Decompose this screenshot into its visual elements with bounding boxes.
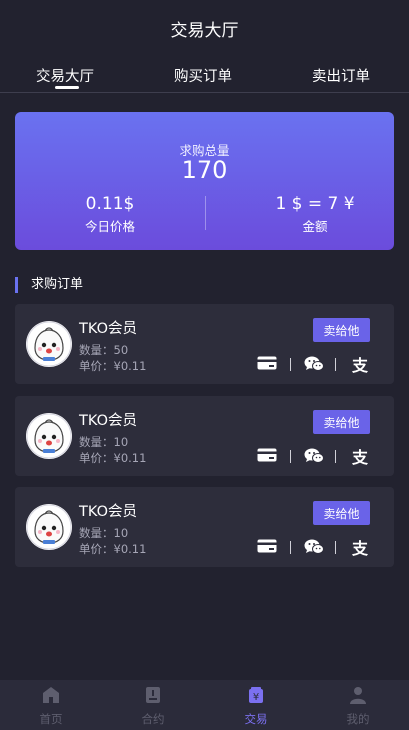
wechat-icon (304, 356, 324, 372)
nav-label-home: 首页 (39, 712, 63, 726)
page-title: 交易大厅 (170, 20, 239, 41)
tab-buy-orders[interactable]: 购买订单 (174, 65, 232, 86)
payment-separator (335, 450, 336, 463)
order-unit-price: 单价：¥0.11 (79, 451, 147, 465)
order-card: TKO会员 数量：50 单价：¥0.11 卖给他 支 (15, 304, 394, 384)
payment-separator (290, 358, 291, 371)
avatar (26, 321, 72, 367)
order-card: TKO会员 数量：10 单价：¥0.11 卖给他 支 (15, 396, 394, 476)
user-icon (350, 687, 366, 704)
bank-card-icon (257, 539, 277, 553)
svg-text:¥: ¥ (253, 692, 259, 703)
nav-label-contract: 合约 (141, 712, 165, 726)
home-icon (43, 687, 59, 703)
tab-sell-orders[interactable]: 卖出订单 (312, 65, 370, 86)
bun-mascot-icon (26, 504, 72, 550)
nav-item-profile[interactable]: 我的 (307, 680, 409, 730)
bank-card-icon (257, 356, 277, 370)
trade-icon: ¥ (249, 687, 263, 703)
active-tab-indicator (55, 86, 79, 89)
nav-label-trade: 交易 (244, 712, 268, 726)
bun-mascot-icon (26, 321, 72, 367)
today-price-value: 0.11$ (85, 194, 135, 214)
page-header: 交易大厅 (0, 0, 409, 56)
wechat-icon (304, 448, 324, 464)
payment-separator (335, 358, 336, 371)
today-price-label: 今日价格 (84, 219, 135, 234)
order-quantity: 数量：50 (79, 343, 129, 357)
exchange-rate-label: 金额 (302, 219, 328, 234)
contract-icon (146, 687, 160, 703)
nav-label-profile: 我的 (346, 712, 370, 726)
member-name: TKO会员 (79, 321, 137, 337)
alipay-icon: 支 (349, 448, 371, 466)
payment-separator (335, 541, 336, 554)
wechat-icon (304, 539, 324, 555)
summary-divider (205, 196, 206, 230)
alipay-icon: 支 (349, 356, 371, 374)
section-title: 求购订单 (15, 277, 83, 293)
sell-to-him-button[interactable]: 卖给他 (313, 318, 370, 342)
payment-separator (290, 541, 291, 554)
tab-bar: 交易大厅 购买订单 卖出订单 (0, 58, 409, 93)
tab-trading-hall[interactable]: 交易大厅 (36, 65, 94, 86)
member-name: TKO会员 (79, 413, 137, 429)
bottom-nav: 首页 合约 ¥ 交易 我的 (0, 680, 409, 730)
payment-separator (290, 450, 291, 463)
nav-item-contract[interactable]: 合约 (102, 680, 204, 730)
nav-item-trade[interactable]: ¥ 交易 (205, 680, 307, 730)
member-name: TKO会员 (79, 504, 137, 520)
svg-text:支: 支 (351, 448, 369, 466)
sell-to-him-button[interactable]: 卖给他 (313, 410, 370, 434)
svg-text:支: 支 (351, 539, 369, 557)
exchange-rate-value: 1 $ = 7 ¥ (275, 194, 355, 214)
order-quantity: 数量：10 (79, 435, 129, 449)
order-quantity: 数量：10 (79, 526, 129, 540)
order-unit-price: 单价：¥0.11 (79, 542, 147, 556)
alipay-icon: 支 (349, 539, 371, 557)
svg-text:支: 支 (351, 356, 369, 374)
avatar (26, 504, 72, 550)
bun-mascot-icon (26, 413, 72, 459)
order-unit-price: 单价：¥0.11 (79, 359, 147, 373)
order-card: TKO会员 数量：10 单价：¥0.11 卖给他 支 (15, 487, 394, 567)
nav-item-home[interactable]: 首页 (0, 680, 102, 730)
summary-card: 求购总量 170 0.11$ 今日价格 1 $ = 7 ¥ 金额 (15, 112, 394, 250)
bank-card-icon (257, 448, 277, 462)
avatar (26, 413, 72, 459)
sell-to-him-button[interactable]: 卖给他 (313, 501, 370, 525)
total-demand-value: 170 (181, 156, 228, 184)
